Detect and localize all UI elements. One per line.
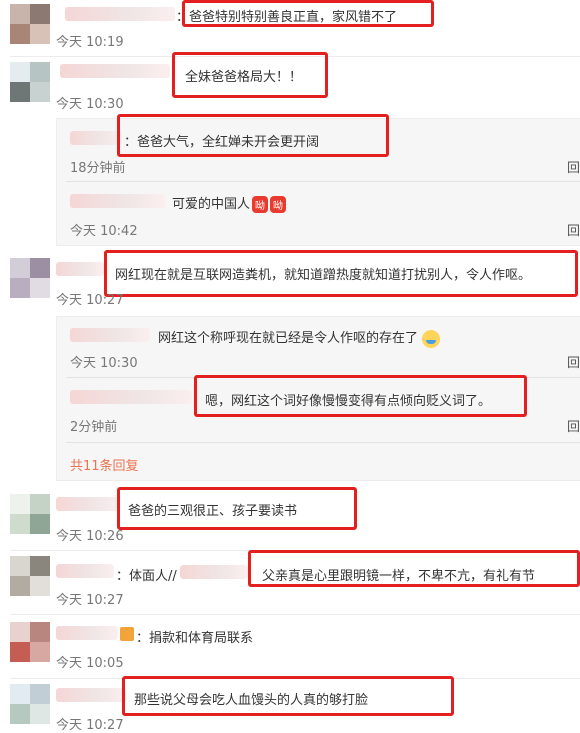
username[interactable] xyxy=(56,564,114,578)
highlight-box xyxy=(182,0,434,27)
divider xyxy=(66,442,580,443)
avatar[interactable] xyxy=(10,62,50,102)
username[interactable] xyxy=(56,262,104,276)
reply-text: 可爱的中国人呦呦 xyxy=(172,193,287,213)
highlight-box xyxy=(117,487,357,530)
reply-text: 网红这个称呼现在就已经是令人作呕的存在了 xyxy=(158,327,441,348)
reply-icon[interactable]: 回 xyxy=(567,220,580,239)
timestamp: 今天 10:42 xyxy=(70,224,138,239)
username[interactable] xyxy=(56,626,118,640)
timestamp: 18分钟前 xyxy=(70,161,126,176)
emoji-tag: 呦 xyxy=(252,196,269,213)
more-replies-link[interactable]: 共11条回复 xyxy=(70,455,139,474)
highlight-box xyxy=(248,550,580,587)
highlight-box xyxy=(194,375,527,417)
highlight-box xyxy=(104,250,578,297)
highlight-box xyxy=(117,114,389,157)
username[interactable] xyxy=(70,131,122,145)
timestamp: 2分钟前 xyxy=(70,420,118,435)
badge-icon xyxy=(120,627,134,641)
highlight-box xyxy=(122,676,454,716)
avatar[interactable] xyxy=(10,556,50,596)
avatar[interactable] xyxy=(10,622,50,662)
username[interactable] xyxy=(65,7,175,21)
highlight-box xyxy=(172,52,328,98)
emoji-tag: 呦 xyxy=(270,196,287,213)
username[interactable] xyxy=(70,390,192,404)
divider xyxy=(10,614,580,615)
comment-text: ：捐款和体育局联系 xyxy=(136,631,254,646)
timestamp: 今天 10:30 xyxy=(56,97,124,112)
reply-icon[interactable]: 回 xyxy=(567,416,580,435)
reply-icon[interactable]: 回 xyxy=(567,157,580,176)
username[interactable] xyxy=(70,194,165,208)
avatar[interactable] xyxy=(10,684,50,724)
timestamp: 今天 10:27 xyxy=(56,718,124,733)
username[interactable] xyxy=(60,64,170,78)
timestamp: 今天 10:19 xyxy=(56,35,124,50)
avatar[interactable] xyxy=(10,258,50,298)
timestamp: 今天 10:30 xyxy=(70,356,138,371)
avatar[interactable] xyxy=(10,494,50,534)
username[interactable] xyxy=(70,328,150,342)
crying-emoji-icon xyxy=(422,329,441,348)
timestamp: 今天 10:27 xyxy=(56,293,124,308)
username[interactable] xyxy=(56,497,120,511)
divider xyxy=(66,181,580,182)
mention-username[interactable] xyxy=(180,565,248,579)
avatar[interactable] xyxy=(10,4,50,44)
comment-text: ：体面人// xyxy=(116,569,177,584)
timestamp: 今天 10:05 xyxy=(56,656,124,671)
timestamp: 今天 10:26 xyxy=(56,529,124,544)
timestamp: 今天 10:27 xyxy=(56,593,124,608)
reply-icon[interactable]: 回 xyxy=(567,352,580,371)
username[interactable] xyxy=(56,688,126,702)
